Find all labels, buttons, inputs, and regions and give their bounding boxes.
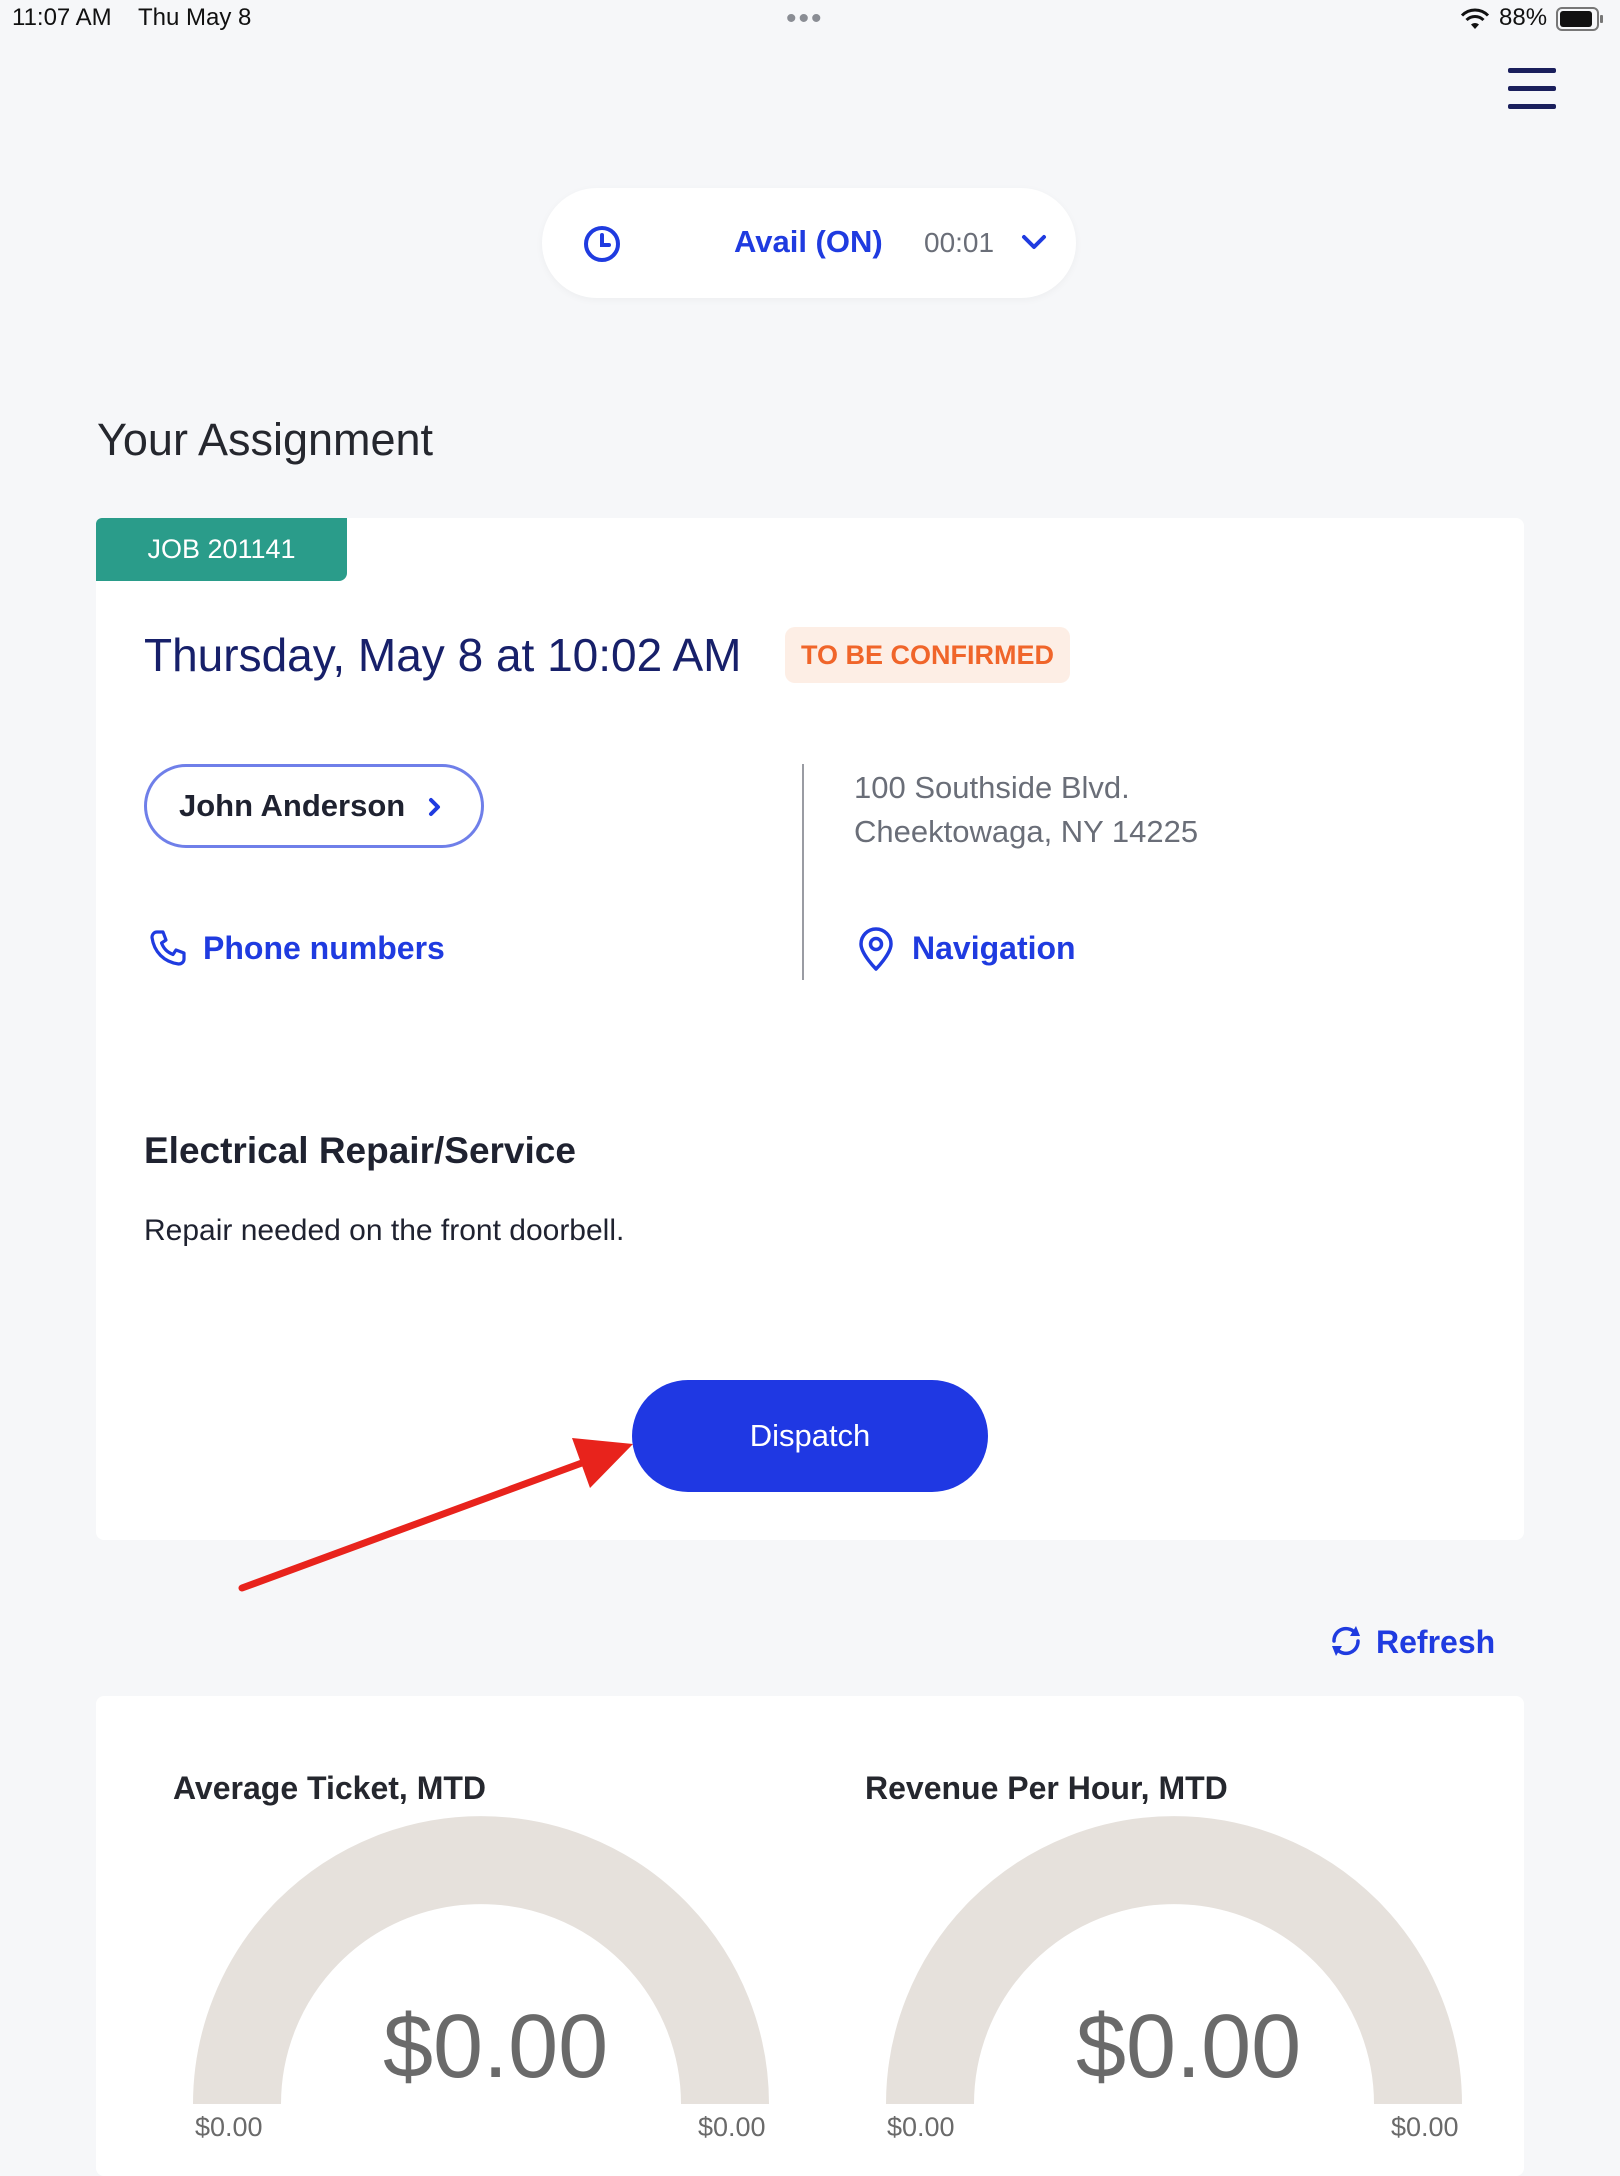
hamburger-menu-icon[interactable] bbox=[1508, 68, 1556, 116]
wifi-icon bbox=[1460, 8, 1490, 29]
job-number-tag: JOB 201141 bbox=[96, 518, 347, 581]
battery-percent: 88% bbox=[1499, 4, 1548, 31]
revenue-per-hour-value: $0.00 bbox=[1076, 1997, 1302, 2097]
availability-timer: 00:01 bbox=[924, 227, 995, 258]
average-ticket-value: $0.00 bbox=[383, 1997, 609, 2097]
customer-button[interactable]: John Anderson bbox=[144, 764, 484, 848]
customer-name: John Anderson bbox=[179, 788, 406, 823]
availability-toggle[interactable]: Avail (ON) 00:01 bbox=[542, 188, 1076, 298]
status-time: 11:07 AM bbox=[12, 4, 112, 31]
availability-status: Avail (ON) bbox=[734, 224, 883, 259]
battery-icon bbox=[1556, 7, 1603, 31]
multitasking-dots[interactable]: ••• bbox=[786, 2, 824, 36]
chevron-down-icon bbox=[1022, 235, 1046, 249]
section-title: Your Assignment bbox=[97, 414, 434, 465]
annotation-arrow bbox=[238, 1438, 633, 1592]
phone-numbers-link[interactable]: Phone numbers bbox=[203, 930, 445, 967]
card-divider bbox=[802, 764, 804, 980]
navigation-link[interactable]: Navigation bbox=[912, 930, 1076, 967]
average-ticket-min: $0.00 bbox=[195, 2112, 263, 2142]
revenue-per-hour-min: $0.00 bbox=[887, 2112, 955, 2142]
address-line-1: 100 Southside Blvd. bbox=[854, 770, 1130, 805]
location-pin-icon[interactable] bbox=[856, 926, 896, 972]
average-ticket-max: $0.00 bbox=[698, 2112, 766, 2142]
metric-title-average-ticket: Average Ticket, MTD bbox=[173, 1770, 486, 1806]
status-badge: TO BE CONFIRMED bbox=[785, 627, 1070, 683]
address-line-2: Cheektowaga, NY 14225 bbox=[854, 814, 1199, 849]
chevron-right-icon bbox=[429, 798, 440, 816]
metric-title-revenue-per-hour: Revenue Per Hour, MTD bbox=[865, 1770, 1228, 1806]
service-title: Electrical Repair/Service bbox=[144, 1130, 576, 1171]
refresh-icon[interactable] bbox=[1328, 1623, 1364, 1659]
refresh-link[interactable]: Refresh bbox=[1376, 1624, 1495, 1661]
clock-icon bbox=[584, 226, 620, 262]
revenue-per-hour-max: $0.00 bbox=[1391, 2112, 1459, 2142]
status-date: Thu May 8 bbox=[138, 4, 252, 31]
phone-icon[interactable] bbox=[148, 928, 188, 968]
service-description: Repair needed on the front doorbell. bbox=[144, 1214, 625, 1247]
dispatch-button[interactable]: Dispatch bbox=[632, 1380, 988, 1492]
job-date: Thursday, May 8 at 10:02 AM bbox=[144, 629, 742, 681]
